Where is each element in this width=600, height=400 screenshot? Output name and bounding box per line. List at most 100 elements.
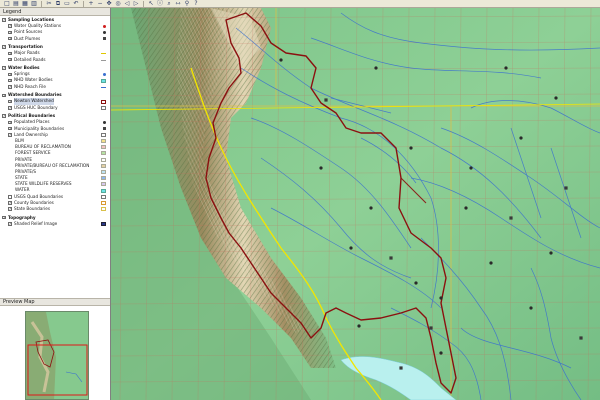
populated-place-marker[interactable]: [374, 66, 378, 70]
layer-visibility-checkbox[interactable]: ✓: [2, 45, 6, 50]
layer-visibility-checkbox[interactable]: ✓: [8, 222, 12, 226]
pan-icon[interactable]: ✥: [105, 0, 113, 7]
square-dark-symbol: [103, 37, 106, 41]
line-yellow-symbol: [101, 53, 106, 55]
help-icon[interactable]: ?: [192, 0, 200, 7]
layer-visibility-checkbox[interactable]: ✓: [8, 105, 12, 110]
find-icon[interactable]: ⌕: [165, 0, 173, 7]
full-extent-icon[interactable]: ◎: [114, 0, 122, 7]
layer-visibility-checkbox[interactable]: ✓: [8, 36, 12, 41]
populated-place-marker[interactable]: [357, 324, 361, 328]
zoom-out-icon[interactable]: −: [96, 0, 104, 7]
layer-visibility-checkbox[interactable]: ✓: [8, 72, 12, 77]
table-of-contents-panel: Legend ✓ Sampling Locations ✓ Water Quality…: [0, 8, 111, 400]
fill-lavender-symbol: [101, 182, 106, 187]
layer-visibility-checkbox[interactable]: ✓: [2, 66, 6, 70]
fill-navy-symbol: [101, 221, 106, 226]
select-icon[interactable]: ↖: [147, 0, 155, 7]
point-source-marker[interactable]: [564, 186, 568, 190]
point-source-marker[interactable]: [389, 256, 393, 260]
layer-visibility-checkbox[interactable]: ✓: [8, 201, 12, 205]
box-gray-symbol: [101, 132, 106, 137]
legend-list: ✓ Sampling Locations ✓ Water Quality Statio…: [0, 16, 110, 304]
populated-place-marker[interactable]: [554, 96, 558, 100]
dot-dark-symbol: [103, 30, 106, 34]
cut-icon[interactable]: ✂: [45, 0, 53, 7]
new-icon[interactable]: □: [3, 0, 11, 7]
preview-map[interactable]: [25, 311, 89, 400]
identify-icon[interactable]: ⓘ: [156, 0, 164, 7]
fill-pink-symbol: [101, 145, 106, 150]
paste-icon[interactable]: ▭: [63, 0, 71, 7]
populated-place-marker[interactable]: [504, 66, 508, 70]
populated-place-marker[interactable]: [469, 166, 473, 170]
point-source-marker[interactable]: [509, 216, 513, 220]
layer-visibility-checkbox[interactable]: ✓: [8, 84, 12, 89]
map-view[interactable]: [111, 8, 600, 400]
line-gray-symbol: [101, 59, 106, 61]
point-source-marker[interactable]: [579, 336, 583, 340]
populated-place-marker[interactable]: [369, 206, 373, 210]
point-source-marker[interactable]: [399, 366, 403, 370]
populated-place-marker[interactable]: [549, 251, 553, 255]
measure-icon[interactable]: ⇿: [174, 0, 182, 7]
populated-place-marker[interactable]: [529, 306, 533, 310]
square-dark-symbol: [103, 127, 106, 131]
zoom-in-icon[interactable]: +: [87, 0, 95, 7]
layer-visibility-checkbox[interactable]: ✓: [2, 215, 6, 220]
box-yellow-symbol: [101, 207, 106, 212]
gis-application: □ ▤ ▦ ▥ ✂ ⧉ ▭ ↶ + − ✥ ◎ ◁ ▷ ↖ ⓘ ⌕ ⇿ ⚲? Legend ✓ Sampling Lo…: [0, 0, 600, 400]
fill-cyan-symbol: [101, 78, 106, 83]
layer-visibility-checkbox[interactable]: ✓: [2, 18, 6, 22]
print-icon[interactable]: ▥: [30, 0, 38, 7]
populated-place-marker[interactable]: [489, 261, 493, 265]
point-source-marker[interactable]: [429, 326, 433, 330]
layer-visibility-checkbox[interactable]: ✓: [8, 207, 12, 211]
layer-visibility-checkbox[interactable]: ✓: [8, 51, 12, 56]
layer-visibility-checkbox[interactable]: ✓: [8, 30, 12, 35]
populated-place-marker[interactable]: [279, 58, 283, 62]
legend-title: Legend: [0, 8, 110, 16]
layer-visibility-checkbox[interactable]: ✓: [8, 78, 12, 83]
populated-place-marker[interactable]: [409, 146, 413, 150]
layer-visibility-checkbox[interactable]: ✓: [8, 99, 12, 104]
fill-cyan-symbol: [101, 188, 106, 193]
open-icon[interactable]: ▤: [12, 0, 20, 7]
populated-place-marker[interactable]: [464, 206, 468, 210]
layer-visibility-checkbox[interactable]: ✓: [8, 133, 12, 137]
layer-visibility-checkbox[interactable]: ✓: [8, 57, 12, 62]
populated-place-marker[interactable]: [439, 351, 443, 355]
legend-layer[interactable]: ✓ Shaded Relief Image: [0, 221, 110, 227]
undo-icon[interactable]: ↶: [72, 0, 80, 7]
toolbar-separator: [83, 0, 84, 7]
layer-visibility-checkbox[interactable]: [8, 194, 12, 199]
toolbar-separator: [41, 0, 42, 7]
save-icon[interactable]: ▦: [21, 0, 29, 7]
line-blue-symbol: [101, 86, 106, 88]
box-darkred-symbol: [101, 99, 106, 104]
map-canvas[interactable]: [111, 8, 600, 400]
fill-lightblue-symbol: [101, 169, 106, 174]
back-icon[interactable]: ◁: [123, 0, 131, 7]
preview-map-title: Preview Map: [0, 298, 110, 306]
fill-white-symbol: [101, 157, 106, 162]
layer-visibility-checkbox[interactable]: ✓: [8, 120, 12, 125]
box-gray-symbol: [101, 194, 106, 199]
populated-place-marker[interactable]: [414, 281, 418, 285]
populated-place-marker[interactable]: [519, 136, 523, 140]
copy-icon[interactable]: ⧉: [54, 0, 62, 7]
populated-place-marker[interactable]: [349, 246, 353, 250]
layer-visibility-checkbox[interactable]: ✓: [8, 24, 12, 29]
layer-visibility-checkbox[interactable]: ✓: [2, 114, 6, 119]
forward-icon[interactable]: ▷: [132, 0, 140, 7]
dot-blue-symbol: [103, 72, 106, 76]
point-source-marker[interactable]: [324, 98, 328, 102]
populated-place-marker[interactable]: [319, 166, 323, 170]
layer-visibility-checkbox[interactable]: ✓: [8, 126, 12, 131]
fill-green-symbol: [101, 151, 106, 156]
layer-visibility-checkbox[interactable]: ✓: [2, 93, 6, 98]
hyperlink-icon[interactable]: ⚲: [183, 0, 191, 7]
populated-place-marker[interactable]: [439, 296, 443, 300]
preview-map-canvas[interactable]: [26, 312, 89, 400]
fill-yellow-symbol: [101, 139, 106, 144]
